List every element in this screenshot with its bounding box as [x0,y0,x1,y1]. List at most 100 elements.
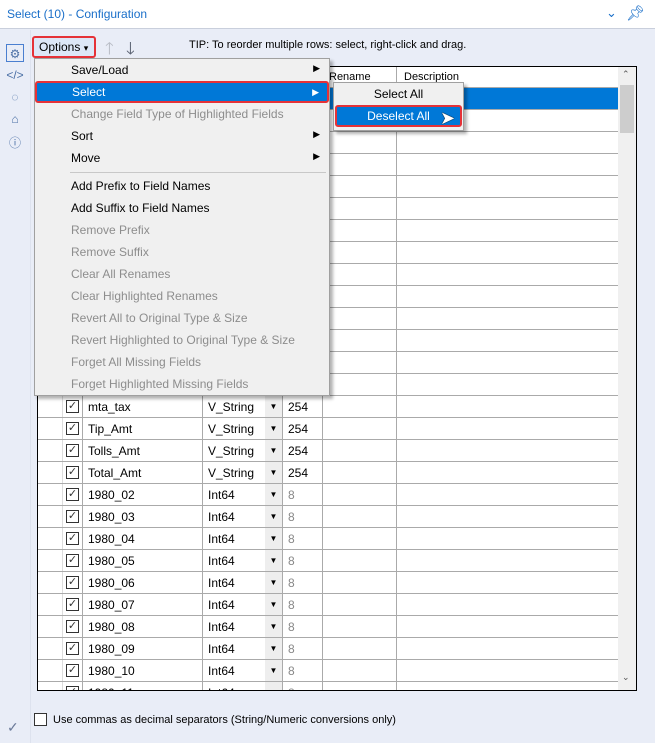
row-checkbox[interactable]: ✓ [66,620,79,633]
row-checkbox[interactable]: ✓ [66,598,79,611]
menu-item-remove-suffix[interactable]: Remove Suffix [36,241,328,263]
menu-item-revert-highlighted-to-original-type-size[interactable]: Revert Highlighted to Original Type & Si… [36,329,328,351]
table-row[interactable]: ✓1980_11Int64▼8 [38,682,619,690]
field-name[interactable]: 1980_03 [83,506,203,527]
type-dropdown-arrow-icon[interactable]: ▼ [265,594,282,615]
field-size[interactable]: 254 [283,396,323,417]
type-dropdown-arrow-icon[interactable]: ▼ [265,572,282,593]
row-checkbox[interactable]: ✓ [66,642,79,655]
row-checkbox[interactable]: ✓ [66,532,79,545]
field-size[interactable]: 8 [283,660,323,681]
table-row[interactable]: ✓ Total_Amt V_String ▼ 254 [38,462,619,484]
annotation-icon[interactable]: ◌ [6,88,24,106]
type-dropdown-arrow-icon[interactable]: ▼ [265,638,282,659]
field-size[interactable]: 254 [283,440,323,461]
row-checkbox[interactable]: ✓ [66,466,79,479]
table-row[interactable]: ✓ 1980_06 Int64 ▼ 8 [38,572,619,594]
field-name[interactable]: 1980_08 [83,616,203,637]
gear-icon[interactable]: ⚙ [6,44,24,62]
type-dropdown-arrow-icon[interactable]: ▼ [265,440,282,461]
menu-item-save-load[interactable]: Save/Load ▶ [36,59,328,81]
row-checkbox[interactable]: ✓ [66,554,79,567]
commas-checkbox[interactable] [34,713,47,726]
type-dropdown-arrow-icon[interactable]: ▼ [265,682,282,690]
scroll-down-icon[interactable]: ⌄ [622,672,630,683]
type-dropdown-arrow-icon[interactable]: ▼ [265,462,282,483]
row-checkbox[interactable]: ✓ [66,664,79,677]
menu-item-select[interactable]: Select ▶ [35,81,329,103]
row-checkbox[interactable]: ✓ [66,400,79,413]
table-row[interactable]: ✓ 1980_08 Int64 ▼ 8 [38,616,619,638]
scroll-up-icon[interactable]: ⌃ [622,69,630,80]
field-name[interactable]: mta_tax [83,396,203,417]
field-size[interactable]: 8 [283,528,323,549]
type-dropdown-arrow-icon[interactable]: ▼ [265,616,282,637]
field-name[interactable]: Tip_Amt [83,418,203,439]
code-icon[interactable]: </> [6,66,24,84]
field-name[interactable]: 1980_10 [83,660,203,681]
type-dropdown-arrow-icon[interactable]: ▼ [265,484,282,505]
field-name[interactable]: Total_Amt [83,462,203,483]
type-dropdown-arrow-icon[interactable]: ▼ [265,418,282,439]
field-size[interactable]: 8 [283,550,323,571]
field-name[interactable]: 1980_02 [83,484,203,505]
menu-item-clear-all-renames[interactable]: Clear All Renames [36,263,328,285]
field-name[interactable]: 1980_04 [83,528,203,549]
menu-item-add-suffix-to-field-names[interactable]: Add Suffix to Field Names [36,197,328,219]
menu-item-forget-all-missing-fields[interactable]: Forget All Missing Fields [36,351,328,373]
row-checkbox[interactable]: ✓ [66,422,79,435]
field-name[interactable]: 1980_05 [83,550,203,571]
table-row[interactable]: ✓ 1980_02 Int64 ▼ 8 [38,484,619,506]
menu-item-add-prefix-to-field-names[interactable]: Add Prefix to Field Names [36,175,328,197]
field-size[interactable]: 8 [283,638,323,659]
table-row[interactable]: ✓ 1980_09 Int64 ▼ 8 [38,638,619,660]
menu-item-forget-highlighted-missing-fields[interactable]: Forget Highlighted Missing Fields [36,373,328,395]
vertical-scrollbar[interactable]: ⌃ ⌄ [618,67,636,690]
tag-icon[interactable]: ⌂ [6,110,24,128]
table-row[interactable]: ✓ mta_tax V_String ▼ 254 [38,396,619,418]
row-checkbox[interactable]: ✓ [66,444,79,457]
field-name[interactable]: 1980_11 [83,682,203,690]
type-dropdown-arrow-icon[interactable]: ▼ [265,396,282,417]
menu-item-change-field-type-of-highlighted-fields[interactable]: Change Field Type of Highlighted Fields [36,103,328,125]
field-name[interactable]: 1980_07 [83,594,203,615]
field-size[interactable]: 8 [283,506,323,527]
table-row[interactable]: ✓ 1980_03 Int64 ▼ 8 [38,506,619,528]
menu-item-clear-highlighted-renames[interactable]: Clear Highlighted Renames [36,285,328,307]
field-name[interactable]: 1980_06 [83,572,203,593]
menu-item-revert-all-to-original-type-size[interactable]: Revert All to Original Type & Size [36,307,328,329]
field-size[interactable]: 8 [283,594,323,615]
table-row[interactable]: ✓ 1980_07 Int64 ▼ 8 [38,594,619,616]
field-name[interactable]: 1980_09 [83,638,203,659]
submenu-item-select-all[interactable]: Select All [335,83,462,105]
pin-icon[interactable]: 📌︎ [626,4,645,22]
grid-cell [323,330,397,351]
field-size[interactable]: 254 [283,418,323,439]
scrollbar-thumb[interactable] [620,85,634,133]
type-dropdown-arrow-icon[interactable]: ▼ [265,660,282,681]
options-button[interactable]: Options ▾ [32,36,96,58]
table-row[interactable]: ✓ 1980_05 Int64 ▼ 8 [38,550,619,572]
field-size[interactable]: 8 [283,484,323,505]
field-size[interactable]: 8 [283,572,323,593]
menu-item-sort[interactable]: Sort ▶ [36,125,328,147]
table-row[interactable]: ✓ 1980_04 Int64 ▼ 8 [38,528,619,550]
menu-item-move[interactable]: Move ▶ [36,147,328,169]
table-row[interactable]: ✓ 1980_10 Int64 ▼ 8 [38,660,619,682]
field-size[interactable]: 8 [283,616,323,637]
row-checkbox[interactable]: ✓ [66,488,79,501]
field-size[interactable]: 8 [283,682,323,690]
row-checkbox[interactable]: ✓ [66,686,79,690]
row-checkbox[interactable]: ✓ [66,576,79,589]
menu-item-remove-prefix[interactable]: Remove Prefix [36,219,328,241]
table-row[interactable]: ✓ Tolls_Amt V_String ▼ 254 [38,440,619,462]
type-dropdown-arrow-icon[interactable]: ▼ [265,550,282,571]
help-icon[interactable]: ⓘ [6,134,24,152]
table-row[interactable]: ✓ Tip_Amt V_String ▼ 254 [38,418,619,440]
chevron-down-icon[interactable]: ⌄ [606,5,617,21]
type-dropdown-arrow-icon[interactable]: ▼ [265,528,282,549]
field-name[interactable]: Tolls_Amt [83,440,203,461]
type-dropdown-arrow-icon[interactable]: ▼ [265,506,282,527]
row-checkbox[interactable]: ✓ [66,510,79,523]
field-size[interactable]: 254 [283,462,323,483]
